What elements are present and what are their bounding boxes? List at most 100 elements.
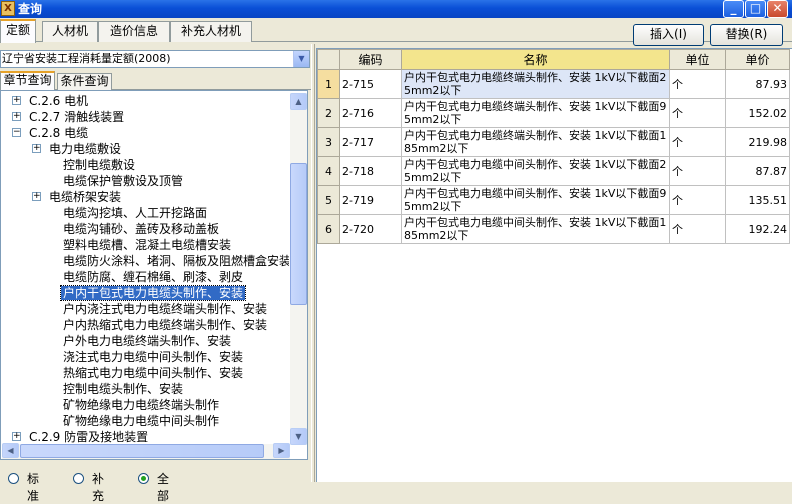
tree-node[interactable]: 浇注式电力电缆中间头制作、安装: [61, 349, 245, 365]
price-cell[interactable]: 87.93: [725, 69, 790, 99]
code-cell[interactable]: 2-716: [339, 98, 402, 128]
row-number-cell[interactable]: 5: [317, 185, 340, 215]
code-cell[interactable]: 2-718: [339, 156, 402, 186]
tree-node[interactable]: 塑料电缆槽、混凝土电缆槽安装: [61, 237, 233, 253]
name-cell[interactable]: 户内干包式电力电缆终端头制作、安装 1kV以下截面95mm2以下: [401, 98, 670, 128]
price-cell[interactable]: 192.24: [725, 214, 790, 244]
name-cell[interactable]: 户内干包式电力电缆终端头制作、安装 1kV以下截面185mm2以下: [401, 127, 670, 157]
tree-node[interactable]: 热缩式电力电缆中间头制作、安装: [61, 365, 245, 381]
tree-node[interactable]: + C.2.9 防雷及接地装置: [12, 429, 150, 443]
tree-node[interactable]: 电缆保护管敷设及顶管: [61, 173, 185, 189]
tree-node[interactable]: 矿物绝缘电力电缆中间头制作: [61, 413, 221, 429]
tree-node-label: 电缆防腐、缠石棉绳、刷漆、剥皮: [63, 270, 244, 284]
expand-icon[interactable]: +: [12, 96, 21, 105]
code-cell[interactable]: 2-720: [339, 214, 402, 244]
window-title: 查询: [18, 2, 43, 16]
header-unit[interactable]: 单位: [669, 49, 726, 70]
tree-horizontal-scrollbar[interactable]: ◀ ▶: [2, 443, 290, 459]
row-number-cell[interactable]: 1: [317, 69, 340, 99]
chevron-down-icon[interactable]: ▼: [293, 51, 309, 67]
row-number-cell[interactable]: 6: [317, 214, 340, 244]
quota-library-select[interactable]: 辽宁省安装工程消耗量定额(2008) ▼: [0, 50, 310, 68]
tree-node[interactable]: 控制电缆头制作、安装: [61, 381, 185, 397]
name-cell[interactable]: 户内干包式电力电缆终端头制作、安装 1kV以下截面25mm2以下: [401, 69, 670, 99]
tree-node[interactable]: 电缆防火涂料、堵洞、隔板及阻燃槽盒安装: [61, 253, 289, 269]
tree-node[interactable]: + 电力电缆敷设: [32, 141, 123, 157]
app-icon: X: [1, 1, 15, 16]
tree-node-label: 电缆沟铺砂、盖砖及移动盖板: [63, 222, 220, 236]
row-number-cell[interactable]: 2: [317, 98, 340, 128]
tree-node[interactable]: + C.2.6 电机: [12, 93, 90, 109]
table-row[interactable]: 3 2-717 户内干包式电力电缆终端头制作、安装 1kV以下截面185mm2以下个…: [317, 127, 790, 157]
unit-cell[interactable]: 个: [669, 185, 726, 215]
tree-node[interactable]: 户内浇注式电力电缆终端头制作、安装: [61, 301, 269, 317]
header-name[interactable]: 名称: [401, 49, 670, 70]
title-bar[interactable]: X 查询 _ □ ✕: [0, 0, 792, 18]
unit-cell[interactable]: 个: [669, 69, 726, 99]
tree-node[interactable]: 户内热缩式电力电缆终端头制作、安装: [61, 317, 269, 333]
price-cell[interactable]: 219.98: [725, 127, 790, 157]
pane-splitter[interactable]: [311, 44, 315, 482]
tree-node[interactable]: + C.2.7 滑触线装置: [12, 109, 126, 125]
code-cell[interactable]: 2-717: [339, 127, 402, 157]
tree-vertical-scrollbar[interactable]: ▲ ▼: [290, 93, 307, 445]
tree-node[interactable]: 户内干包式电力电缆头制作、安装: [59, 285, 247, 301]
table-row[interactable]: 6 2-720 户内干包式电力电缆中间头制作、安装 1kV以下截面185mm2以下个…: [317, 214, 790, 244]
radio-all[interactable]: [138, 473, 149, 484]
tree-node[interactable]: 控制电缆敷设: [61, 157, 137, 173]
unit-cell[interactable]: 个: [669, 156, 726, 186]
table-row[interactable]: 4 2-718 户内干包式电力电缆中间头制作、安装 1kV以下截面25mm2以下个 8…: [317, 156, 790, 186]
tree-node-label: 电缆防火涂料、堵洞、隔板及阻燃槽盒安装: [63, 254, 289, 268]
tree-node[interactable]: 电缆防腐、缠石棉绳、刷漆、剥皮: [61, 269, 245, 285]
name-cell[interactable]: 户内干包式电力电缆中间头制作、安装 1kV以下截面95mm2以下: [401, 185, 670, 215]
price-cell[interactable]: 87.87: [725, 156, 790, 186]
collapse-icon[interactable]: −: [12, 128, 21, 137]
expand-icon[interactable]: +: [32, 144, 41, 153]
code-cell[interactable]: 2-719: [339, 185, 402, 215]
header-price[interactable]: 单价: [725, 49, 790, 70]
name-cell[interactable]: 户内干包式电力电缆中间头制作、安装 1kV以下截面185mm2以下: [401, 214, 670, 244]
expand-icon[interactable]: +: [32, 192, 41, 201]
scroll-right-button[interactable]: ▶: [273, 443, 290, 458]
tab-labor-material-machine[interactable]: 人材机: [42, 21, 98, 42]
maximize-button[interactable]: □: [745, 0, 766, 18]
tab-condition-query[interactable]: 条件查询: [57, 73, 112, 90]
radio-supplementary[interactable]: [73, 473, 84, 484]
table-row[interactable]: 1 2-715 户内干包式电力电缆终端头制作、安装 1kV以下截面25mm2以下个 8…: [317, 69, 790, 99]
tab-chapter-query[interactable]: 章节查询: [0, 71, 55, 91]
radio-standard[interactable]: [8, 473, 19, 484]
tree-node[interactable]: − C.2.8 电缆: [12, 125, 90, 141]
tree-node[interactable]: 户外电力电缆终端头制作、安装: [61, 333, 233, 349]
replace-button[interactable]: 替换(R): [710, 24, 783, 46]
expand-icon[interactable]: +: [12, 432, 21, 441]
tree-node[interactable]: 矿物绝缘电力电缆终端头制作: [61, 397, 221, 413]
close-button[interactable]: ✕: [767, 0, 788, 18]
scroll-thumb[interactable]: [290, 163, 307, 305]
tree-node-label: 矿物绝缘电力电缆中间头制作: [63, 414, 220, 428]
table-row[interactable]: 2 2-716 户内干包式电力电缆终端头制作、安装 1kV以下截面95mm2以下个 1…: [317, 98, 790, 128]
unit-cell[interactable]: 个: [669, 98, 726, 128]
minimize-button[interactable]: _: [723, 0, 744, 18]
price-cell[interactable]: 135.51: [725, 185, 790, 215]
scroll-down-button[interactable]: ▼: [290, 428, 307, 445]
tree-node[interactable]: 电缆沟挖填、人工开挖路面: [61, 205, 209, 221]
tree-node[interactable]: + 电缆桥架安装: [32, 189, 123, 205]
table-row[interactable]: 5 2-719 户内干包式电力电缆中间头制作、安装 1kV以下截面95mm2以下个 1…: [317, 185, 790, 215]
row-number-cell[interactable]: 3: [317, 127, 340, 157]
horizontal-scroll-thumb[interactable]: [20, 444, 264, 458]
scroll-left-button[interactable]: ◀: [2, 443, 19, 458]
tab-supplementary-lmm[interactable]: 补充人材机: [170, 21, 252, 42]
scroll-up-button[interactable]: ▲: [290, 93, 307, 110]
expand-icon[interactable]: +: [12, 112, 21, 121]
header-code[interactable]: 编码: [339, 49, 402, 70]
insert-button[interactable]: 插入(I): [633, 24, 704, 46]
unit-cell[interactable]: 个: [669, 214, 726, 244]
row-number-cell[interactable]: 4: [317, 156, 340, 186]
tab-price-info[interactable]: 造价信息: [98, 21, 170, 42]
name-cell[interactable]: 户内干包式电力电缆中间头制作、安装 1kV以下截面25mm2以下: [401, 156, 670, 186]
tree-node[interactable]: 电缆沟铺砂、盖砖及移动盖板: [61, 221, 221, 237]
price-cell[interactable]: 152.02: [725, 98, 790, 128]
tab-quota[interactable]: 定额: [0, 19, 36, 43]
unit-cell[interactable]: 个: [669, 127, 726, 157]
code-cell[interactable]: 2-715: [339, 69, 402, 99]
